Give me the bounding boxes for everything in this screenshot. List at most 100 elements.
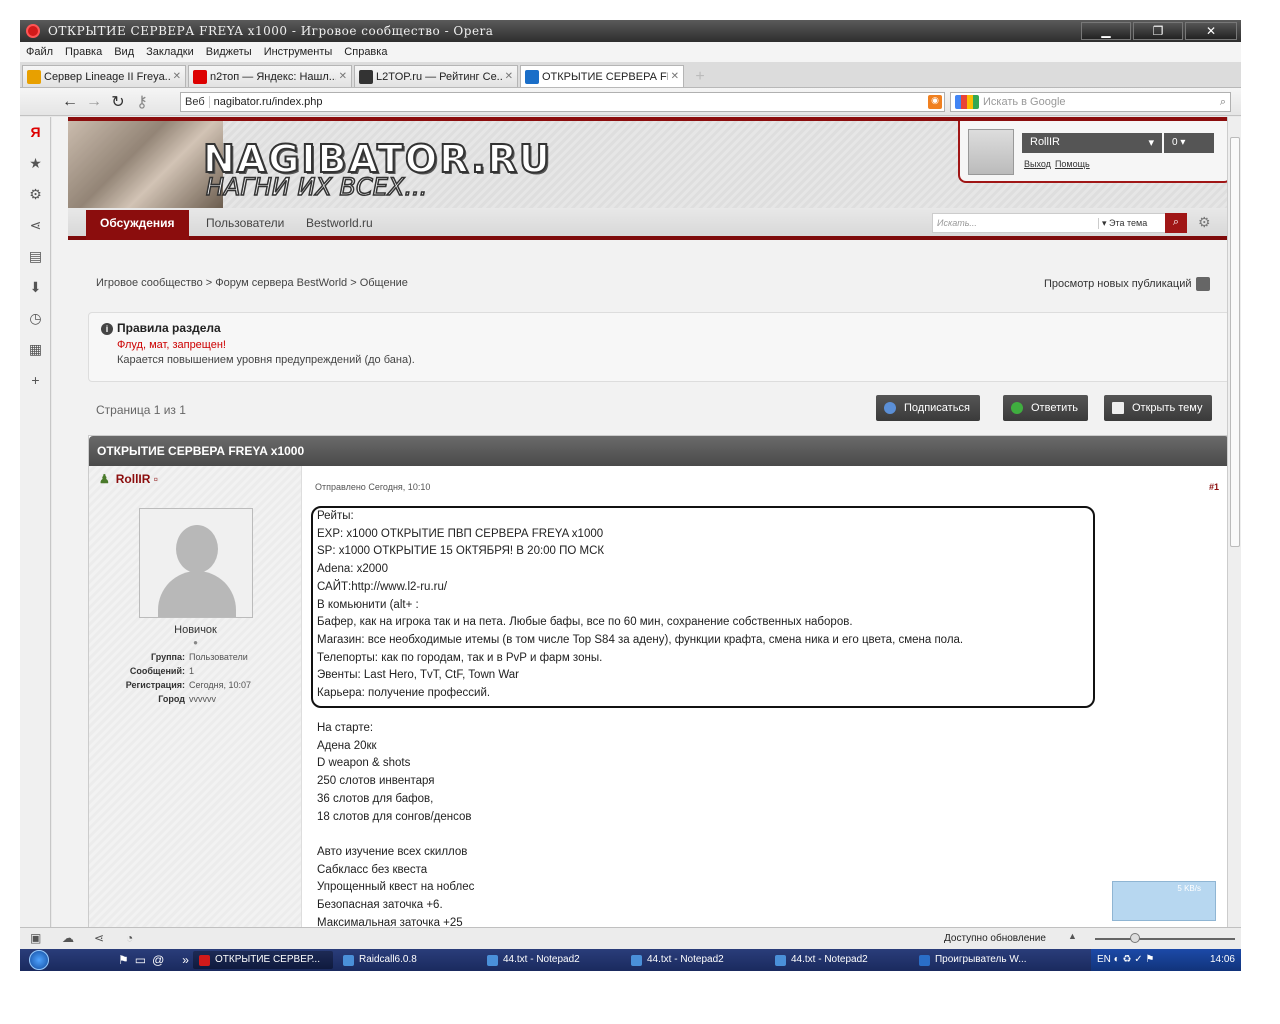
menu-edit[interactable]: Правка xyxy=(59,46,108,58)
notifications-count[interactable]: 0 ▾ xyxy=(1164,133,1214,153)
breadcrumb[interactable]: Игровое сообщество > Форум сервера BestW… xyxy=(96,277,408,289)
app-icon xyxy=(630,954,642,966)
unite-icon[interactable]: ⋖ xyxy=(94,931,104,945)
taskbar-button[interactable]: Raidcall6.0.8 xyxy=(337,951,477,969)
chevron-down-icon: ▾ xyxy=(1148,137,1154,149)
taskbar-button[interactable]: ОТКРЫТИЕ СЕРВЕР... xyxy=(192,951,333,969)
post-number[interactable]: #1 xyxy=(1209,482,1219,492)
zoom-slider-knob[interactable] xyxy=(1130,933,1140,943)
clock: 14:06 xyxy=(1209,954,1235,965)
tab-close-icon[interactable]: ✕ xyxy=(173,71,181,82)
overflow-icon[interactable]: » xyxy=(182,953,189,967)
post-title: ОТКРЫТИЕ СЕРВЕРА FREYA x1000 xyxy=(89,436,1227,466)
menu-widgets[interactable]: Виджеты xyxy=(200,46,258,58)
search-button[interactable]: ⌕ xyxy=(1165,213,1187,233)
help-link[interactable]: Помощь xyxy=(1055,159,1090,169)
close-button[interactable]: ✕ xyxy=(1185,22,1237,40)
google-search-field[interactable]: Искать в Google ⌕ xyxy=(950,92,1231,112)
post-line: Adena: x2000 xyxy=(317,563,388,576)
taskbar-button[interactable]: 44.txt - Notepad2 xyxy=(481,951,621,969)
logout-link[interactable]: Выход xyxy=(1024,159,1051,169)
user-menu[interactable]: RollIR ▾ xyxy=(1022,133,1162,153)
taskbar-button[interactable]: Проигрыватель W... xyxy=(913,951,1053,969)
key-icon[interactable]: ⚷ xyxy=(132,92,152,112)
tab-label: ОТКРЫТИЕ СЕРВЕРА FR... xyxy=(542,70,668,83)
forum-search-input[interactable]: Искать... ▾ Эта тема ⌕ xyxy=(932,213,1187,233)
search-icon[interactable]: ⌕ xyxy=(1220,96,1226,109)
post-line: Телепорты: как по городам, так и в PvP и… xyxy=(317,651,603,664)
post-line: 250 слотов инвентаря xyxy=(317,775,435,788)
vertical-scrollbar[interactable] xyxy=(1227,117,1241,927)
yandex-icon[interactable]: Я xyxy=(20,117,51,148)
author-name: RollIR xyxy=(115,472,151,486)
tab-close-icon[interactable]: ✕ xyxy=(339,71,347,82)
menu-view[interactable]: Вид xyxy=(108,46,140,58)
update-available[interactable]: Доступно обновление xyxy=(944,933,1046,944)
menu-help[interactable]: Справка xyxy=(338,46,393,58)
tab-close-icon[interactable]: ✕ xyxy=(505,71,513,82)
bookmarks-icon[interactable]: ★ xyxy=(20,148,51,179)
search-placeholder: Искать... xyxy=(937,218,977,228)
author-rank: Новичок xyxy=(174,624,217,636)
forum-post: ОТКРЫТИЕ СЕРВЕРА FREYA x1000 ♟ RollIR ▫ Н… xyxy=(88,435,1227,927)
turbo-icon[interactable]: ◔ xyxy=(126,931,133,945)
subscribe-label: Подписаться xyxy=(904,402,970,414)
panel-toggle-icon[interactable]: ▣ xyxy=(30,931,41,945)
reload-icon[interactable]: ↻ xyxy=(108,92,128,112)
avatar[interactable] xyxy=(968,129,1014,175)
app-icon xyxy=(486,954,498,966)
back-icon[interactable]: ← xyxy=(60,93,80,111)
author-link[interactable]: ♟ RollIR ▫ xyxy=(99,472,158,486)
search-scope-select[interactable]: ▾ Эта тема xyxy=(1098,218,1147,229)
new-publications-link[interactable]: Просмотр новых публикаций xyxy=(1044,277,1210,291)
tab-yandex[interactable]: n2топ — Яндекс: Нашл... ✕ xyxy=(188,65,352,87)
forward-icon[interactable]: → xyxy=(84,93,104,111)
new-tab-icon[interactable]: + xyxy=(690,67,710,87)
tab-close-icon[interactable]: ✕ xyxy=(671,71,679,82)
gear-icon[interactable]: ⚙ xyxy=(1198,214,1211,231)
opera-quicklaunch-icon[interactable]: @ xyxy=(152,953,164,967)
chevron-up-icon[interactable]: ▲ xyxy=(1068,931,1077,941)
scroll-thumb[interactable] xyxy=(1230,137,1240,547)
taskbar-button[interactable]: 44.txt - Notepad2 xyxy=(769,951,909,969)
maximize-button[interactable]: ❐ xyxy=(1133,22,1183,40)
taskbar-button[interactable]: 44.txt - Notepad2 xyxy=(625,951,765,969)
posts-label: Сообщений: xyxy=(129,666,185,676)
share-icon[interactable]: ⋖ xyxy=(20,210,51,241)
new-topic-button[interactable]: Открыть тему xyxy=(1104,395,1213,421)
subscribe-button[interactable]: Подписаться xyxy=(876,395,980,421)
menu-file[interactable]: Файл xyxy=(20,46,59,58)
lang-indicator[interactable]: EN xyxy=(1097,954,1111,965)
start-button[interactable] xyxy=(20,949,58,971)
address-field[interactable]: Веб nagibator.ru/index.php ◉ xyxy=(180,92,945,112)
notes-icon[interactable]: ▤ xyxy=(20,241,51,272)
username: RollIR xyxy=(1030,136,1060,148)
speed-dial-icon[interactable]: ▦ xyxy=(20,334,51,365)
rules-title: Правила раздела xyxy=(117,321,221,335)
menu-bookmarks[interactable]: Закладки xyxy=(140,46,200,58)
taskbar-label: 44.txt - Notepad2 xyxy=(646,954,724,965)
menu-tools[interactable]: Инструменты xyxy=(258,46,339,58)
tab-discussions[interactable]: Обсуждения xyxy=(86,210,189,240)
cloud-icon[interactable]: ☁ xyxy=(62,931,74,945)
desktop-icon[interactable]: ▭ xyxy=(135,953,146,967)
network-icon[interactable]: ⚑ xyxy=(118,953,129,967)
taskbar-items: ОТКРЫТИЕ СЕРВЕР... Raidcall6.0.8 44.txt - … xyxy=(189,951,1053,969)
minimize-button[interactable]: ▁ xyxy=(1081,22,1131,40)
new-topic-label: Открыть тему xyxy=(1132,402,1203,414)
rss-icon[interactable]: ◉ xyxy=(928,95,942,109)
tab-bestworld[interactable]: Bestworld.ru xyxy=(306,210,373,236)
pagination: Страница 1 из 1 xyxy=(96,403,186,417)
tab-users[interactable]: Пользователи xyxy=(206,210,284,236)
reply-button[interactable]: Ответить xyxy=(1003,395,1089,421)
downloads-icon[interactable]: ⬇ xyxy=(20,272,51,303)
author-avatar[interactable] xyxy=(139,508,253,618)
zoom-slider[interactable] xyxy=(1095,938,1235,940)
tab-l2top[interactable]: L2TOP.ru — Рейтинг Се... ✕ xyxy=(354,65,518,87)
settings-icon[interactable]: ⚙ xyxy=(20,179,51,210)
add-panel-icon[interactable]: + xyxy=(20,365,51,396)
tab-freya-active[interactable]: ОТКРЫТИЕ СЕРВЕРА FR...✕ xyxy=(520,65,684,87)
history-icon[interactable]: ◷ xyxy=(20,303,51,334)
tab-lineage[interactable]: Сервер Lineage II Freya... ✕ xyxy=(22,65,186,87)
menu-bar: Файл Правка Вид Закладки Виджеты Инструм… xyxy=(20,42,1241,62)
